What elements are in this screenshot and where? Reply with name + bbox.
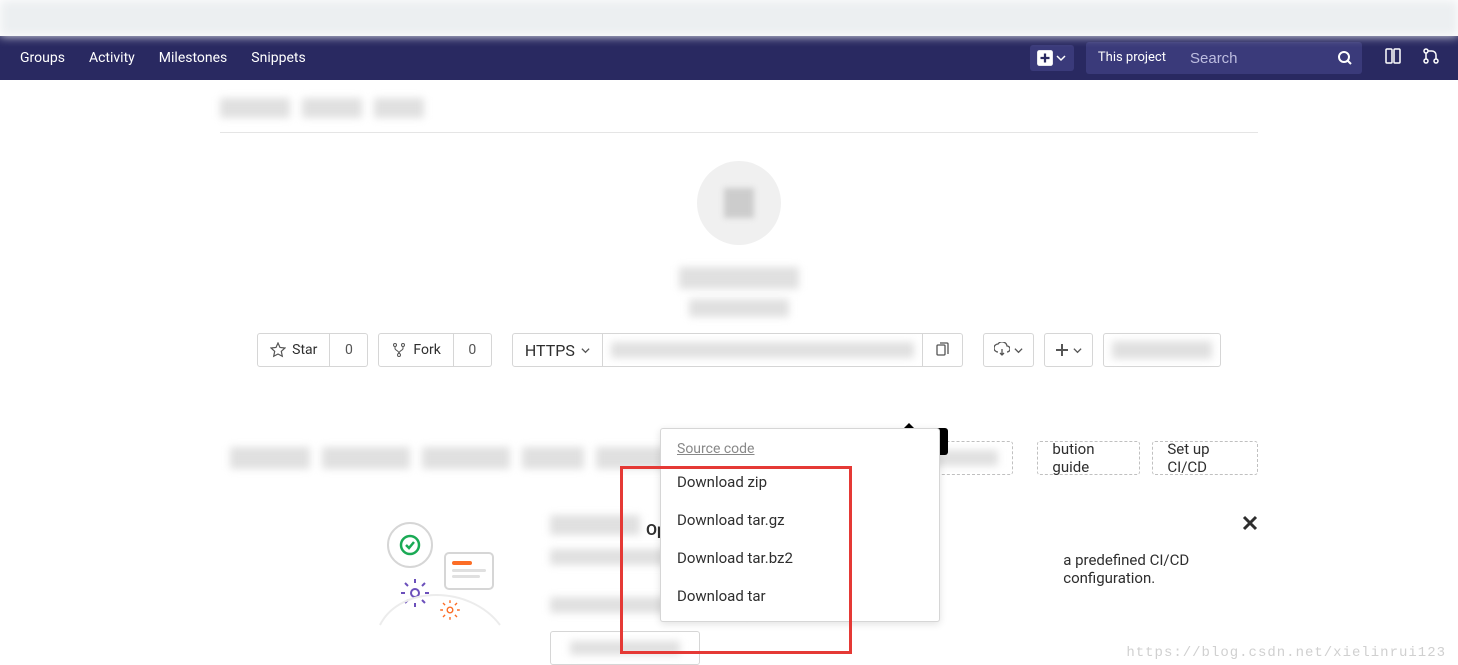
annotation-box: [620, 466, 852, 654]
avatar-placeholder: [724, 188, 754, 218]
new-dropdown[interactable]: [1030, 45, 1074, 71]
clone-group: HTTPS: [512, 333, 963, 367]
crumb-part: [220, 98, 290, 118]
action-row: Star 0 Fork 0 HTTPS: [257, 333, 1221, 367]
fork-label: Fork: [413, 342, 440, 358]
stat: [522, 447, 584, 469]
stat: [422, 447, 510, 469]
setup-cicd-button[interactable]: Set up CI/CD: [1152, 441, 1258, 475]
download-icon: [994, 342, 1010, 358]
star-label: Star: [292, 342, 317, 358]
promo-illustration: [360, 515, 510, 635]
crumb-part: [374, 98, 424, 118]
search-wrap: This project: [1086, 42, 1362, 74]
stat: [230, 447, 310, 469]
project-header: Star 0 Fork 0 HTTPS: [220, 133, 1258, 387]
todos-icon[interactable]: [1374, 47, 1412, 69]
contribution-label: bution guide: [1052, 440, 1125, 476]
project-name: [679, 267, 799, 289]
clone-url-value: [611, 342, 914, 358]
nav-activity[interactable]: Activity: [77, 50, 147, 66]
extra-button[interactable]: [1103, 333, 1221, 367]
copy-icon: [934, 342, 950, 358]
merge-icon: [1422, 47, 1440, 65]
star-count: 0: [330, 333, 368, 367]
promo-tail: a predefined CI/CD configuration.: [1063, 551, 1258, 587]
merge-requests-icon[interactable]: [1412, 47, 1450, 69]
add-to-project-button[interactable]: [1044, 333, 1093, 367]
nav-groups[interactable]: Groups: [8, 50, 77, 66]
watermark: https://blog.csdn.net/xielinrui123: [1126, 645, 1446, 661]
todos-icon-svg: [1384, 47, 1402, 65]
search-button[interactable]: [1328, 42, 1362, 74]
chevron-down-icon: [581, 346, 590, 355]
clone-protocol[interactable]: HTTPS: [512, 333, 603, 367]
download-header: Source code: [661, 435, 939, 463]
copy-url-button[interactable]: [923, 333, 963, 367]
crumb-part: [302, 98, 362, 118]
cicd-label: Set up CI/CD: [1167, 440, 1243, 476]
chevron-down-icon: [1056, 53, 1066, 63]
breadcrumb: [220, 80, 1258, 132]
chevron-down-icon: [1014, 346, 1023, 355]
download-button[interactable]: [983, 333, 1034, 367]
chevron-down-icon: [1073, 346, 1082, 355]
add-contribution-guide[interactable]: bution guide: [1037, 441, 1140, 475]
star-icon: [270, 342, 286, 358]
extra-button-label: [1112, 341, 1212, 359]
nav-milestones[interactable]: Milestones: [147, 50, 240, 66]
project-avatar: [697, 161, 781, 245]
project-id: [689, 299, 789, 317]
fork-button[interactable]: Fork: [378, 333, 453, 367]
close-promo-button[interactable]: [1242, 515, 1258, 535]
search-input[interactable]: [1178, 42, 1328, 74]
nav-left: Groups Activity Milestones Snippets: [8, 50, 318, 66]
search-scope[interactable]: This project: [1086, 42, 1178, 74]
plus-icon: [1055, 343, 1069, 357]
search-icon: [1337, 50, 1353, 66]
clone-url-input[interactable]: [603, 333, 923, 367]
main-content: Star 0 Fork 0 HTTPS: [20, 80, 1458, 665]
close-icon: [1242, 515, 1258, 531]
top-nav: Groups Activity Milestones Snippets This…: [0, 36, 1458, 80]
nav-snippets[interactable]: Snippets: [239, 50, 317, 66]
browser-chrome: [0, 0, 1458, 36]
star-button[interactable]: Star: [257, 333, 330, 367]
plus-icon: [1036, 49, 1054, 67]
fork-icon: [391, 342, 407, 358]
protocol-label: HTTPS: [525, 341, 575, 360]
stat: [322, 447, 410, 469]
fork-count: 0: [454, 333, 492, 367]
